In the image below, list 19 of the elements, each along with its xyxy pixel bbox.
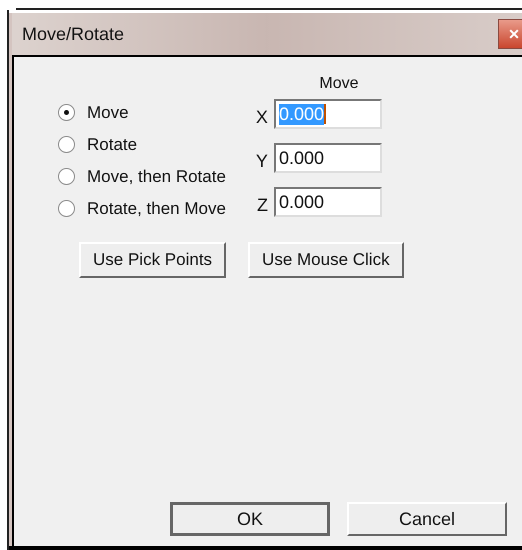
pick-button[interactable]: Use Mouse Click <box>248 242 404 278</box>
radio-button[interactable] <box>58 200 75 217</box>
radio-label[interactable]: Move <box>87 102 129 122</box>
input-field[interactable]: 0.000 <box>274 187 382 217</box>
ok-button[interactable]: OK <box>170 502 330 536</box>
axis-label: Y <box>256 150 268 172</box>
radio-button[interactable] <box>58 168 75 185</box>
axis-label: X <box>256 106 268 128</box>
radio-button[interactable] <box>58 136 75 153</box>
radio-label[interactable]: Move, then Rotate <box>87 166 226 186</box>
radio-button[interactable] <box>58 104 75 121</box>
input-field[interactable]: 0.000 <box>274 143 382 173</box>
cancel-button[interactable]: Cancel <box>347 502 507 536</box>
window-title: Move/Rotate <box>21 24 124 44</box>
move-heading: Move <box>319 75 358 93</box>
radio-label[interactable]: Rotate <box>87 134 138 154</box>
axis-label: Z <box>256 194 268 216</box>
radio-label[interactable]: Rotate, then Move <box>87 198 226 218</box>
pick-button[interactable]: Use Pick Points <box>79 242 226 278</box>
